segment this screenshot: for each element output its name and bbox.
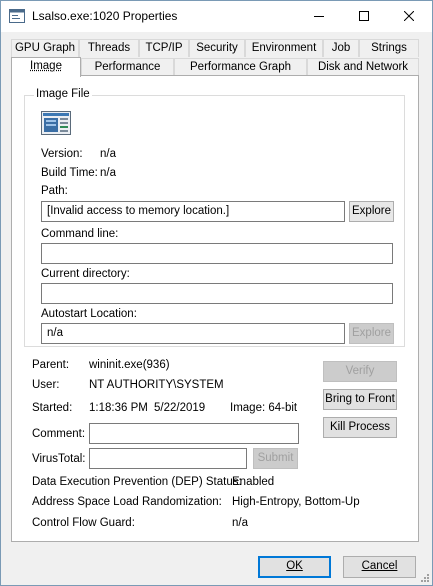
- autostart-location-label: Autostart Location:: [41, 308, 137, 320]
- command-line-field[interactable]: [41, 243, 393, 264]
- minimize-button[interactable]: [296, 1, 341, 31]
- tab-tcpip[interactable]: TCP/IP: [139, 39, 189, 57]
- kill-process-button[interactable]: Kill Process: [323, 417, 397, 438]
- minimize-icon: [313, 16, 324, 17]
- verify-button[interactable]: Verify: [323, 361, 397, 382]
- user-label: User:: [32, 379, 60, 391]
- explore-path-button[interactable]: Explore: [349, 201, 394, 222]
- properties-window: Lsalso.exe:1020 Properties GPU Graph Thr…: [0, 0, 433, 586]
- ok-button[interactable]: OK: [258, 556, 331, 578]
- resize-grip-icon[interactable]: [420, 573, 430, 583]
- virustotal-field[interactable]: [89, 448, 247, 469]
- submit-button[interactable]: Submit: [253, 448, 298, 469]
- cancel-button[interactable]: Cancel: [343, 556, 416, 578]
- started-date: 5/22/2019: [154, 402, 206, 414]
- bring-to-front-button[interactable]: Bring to Front: [323, 389, 397, 410]
- title-bar[interactable]: Lsalso.exe:1020 Properties: [1, 1, 432, 32]
- version-value: n/a: [100, 148, 116, 160]
- explore-autostart-button[interactable]: Explore: [349, 323, 394, 344]
- tab-threads[interactable]: Threads: [79, 39, 139, 57]
- comment-label: Comment:: [32, 428, 86, 440]
- tab-gpu-graph[interactable]: GPU Graph: [11, 39, 79, 57]
- parent-label: Parent:: [32, 359, 70, 371]
- user-value: NT AUTHORITY\SYSTEM: [89, 379, 224, 391]
- tab-performance-graph[interactable]: Performance Graph: [174, 58, 307, 76]
- tab-security[interactable]: Security: [189, 39, 245, 57]
- started-time: 1:18:36 PM: [89, 402, 148, 414]
- started-label: Started:: [32, 402, 73, 414]
- current-directory-label: Current directory:: [41, 268, 130, 280]
- cfg-value: n/a: [232, 517, 248, 529]
- aslr-label: Address Space Load Randomization:: [32, 496, 222, 508]
- tab-environment[interactable]: Environment: [245, 39, 323, 57]
- maximize-button[interactable]: [341, 1, 386, 31]
- window-title: Lsalso.exe:1020 Properties: [32, 9, 178, 23]
- version-label: Version:: [41, 148, 83, 160]
- tab-job[interactable]: Job: [323, 39, 359, 57]
- maximize-icon: [358, 11, 369, 21]
- close-icon: [403, 11, 414, 21]
- virustotal-label: VirusTotal:: [32, 453, 86, 465]
- image-bitness: Image: 64-bit: [230, 402, 298, 414]
- comment-field[interactable]: [89, 423, 299, 444]
- dep-status-label: Data Execution Prevention (DEP) Status:: [32, 476, 242, 488]
- aslr-value: High-Entropy, Bottom-Up: [232, 496, 360, 508]
- app-window-icon: [9, 9, 25, 23]
- tab-strings[interactable]: Strings: [359, 39, 419, 57]
- tab-performance[interactable]: Performance: [81, 58, 174, 76]
- path-field[interactable]: [Invalid access to memory location.]: [41, 201, 345, 222]
- build-time-value: n/a: [100, 167, 116, 179]
- current-directory-field[interactable]: [41, 283, 393, 304]
- tab-disk-and-network[interactable]: Disk and Network: [307, 58, 419, 76]
- image-file-group-title: Image File: [34, 88, 92, 100]
- dep-status-value: Enabled: [232, 476, 275, 488]
- executable-icon: [41, 111, 71, 135]
- tab-image[interactable]: Image: [11, 57, 81, 77]
- parent-value: wininit.exe(936): [89, 359, 170, 371]
- cfg-label: Control Flow Guard:: [32, 517, 135, 529]
- path-label: Path:: [41, 185, 68, 197]
- build-time-label: Build Time:: [41, 167, 98, 179]
- autostart-location-field[interactable]: n/a: [41, 323, 345, 344]
- command-line-label: Command line:: [41, 228, 119, 240]
- close-button[interactable]: [386, 1, 431, 31]
